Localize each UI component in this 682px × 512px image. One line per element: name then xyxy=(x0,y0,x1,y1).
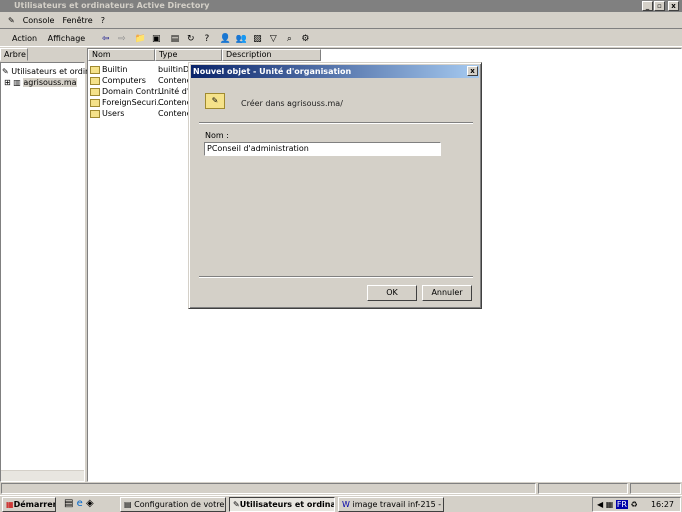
column-description[interactable]: Description xyxy=(222,49,321,61)
new-group-icon[interactable]: 👥 xyxy=(235,33,247,45)
status-panel xyxy=(538,483,628,494)
desktop-icon[interactable]: ▤ xyxy=(64,498,73,509)
item-name: Builtin xyxy=(102,65,128,74)
tree-root[interactable]: ✎ Utilisateurs et ordinat xyxy=(2,66,98,77)
tree-domain[interactable]: ⊞ ▥ agrisouss.ma xyxy=(4,77,77,88)
ok-button[interactable]: OK xyxy=(367,285,417,301)
quick-launch: ▤ e ◈ xyxy=(64,498,94,509)
help-icon[interactable]: ? xyxy=(201,33,213,45)
list-item[interactable]: Domain Contr... xyxy=(90,86,164,97)
list-item[interactable]: Builtin xyxy=(90,64,127,75)
start-button[interactable]: ▦Démarrer xyxy=(2,497,56,512)
window-title: Utilisateurs et ordinateurs Active Direc… xyxy=(14,1,210,10)
folder-icon xyxy=(90,109,100,118)
menu-fenetre[interactable]: Fenêtre xyxy=(62,16,92,25)
tree-root-label: Utilisateurs et ordinat xyxy=(11,67,99,76)
list-item[interactable]: Computers xyxy=(90,75,146,86)
task-word[interactable]: W image travail inf-215 - Mic... xyxy=(338,497,444,512)
tree-hscrollbar[interactable] xyxy=(1,470,84,481)
dialog-title: Nouvel objet - Unité d'organisation xyxy=(193,67,352,76)
status-bar xyxy=(0,483,682,495)
word-icon: W xyxy=(342,500,350,509)
network-icon[interactable]: ▦ xyxy=(606,500,614,509)
show-tree-icon[interactable]: ▣ xyxy=(150,33,162,45)
dialog-close-button[interactable]: x xyxy=(467,66,478,76)
menu-help[interactable]: ? xyxy=(101,16,105,25)
separator xyxy=(199,276,473,278)
start-label: Démarrer xyxy=(13,500,56,509)
task-label: image travail inf-215 - Mic... xyxy=(352,500,443,509)
menu-bar: ✎ Console Fenêtre? xyxy=(0,13,682,29)
task-active-directory[interactable]: ✎Utilisateurs et ordinat... xyxy=(229,497,335,512)
item-name: Computers xyxy=(102,76,146,85)
item-type: Conteneu xyxy=(158,76,188,85)
task-configuration[interactable]: ▤ Configuration de votre se... xyxy=(120,497,226,512)
cancel-button[interactable]: Annuler xyxy=(422,285,472,301)
windows-logo-icon: ▦ xyxy=(6,500,14,509)
separator xyxy=(199,122,473,124)
tab-arbre[interactable]: Arbre xyxy=(0,48,28,61)
ie-icon[interactable]: e xyxy=(77,498,83,509)
item-name: Users xyxy=(102,109,125,118)
forward-icon[interactable]: ⇨ xyxy=(116,33,128,45)
menu-action[interactable]: Action xyxy=(12,34,37,43)
refresh-icon[interactable]: ↻ xyxy=(185,33,197,45)
task-label: Utilisateurs et ordinat... xyxy=(239,500,334,509)
menu-affichage[interactable]: Affichage xyxy=(48,34,86,43)
create-in-value: agrisouss.ma/ xyxy=(287,99,343,108)
explorer-icon[interactable]: ◈ xyxy=(86,498,94,509)
new-ou-icon[interactable]: ▧ xyxy=(251,33,263,45)
item-type: Unité d'or xyxy=(158,87,188,96)
item-name: Domain Contr... xyxy=(102,87,165,96)
ou-icon xyxy=(90,87,100,96)
status-panel xyxy=(630,483,681,494)
dialog-title-bar: Nouvel objet - Unité d'organisation x xyxy=(191,65,479,78)
console-icon: ✎ xyxy=(8,16,15,25)
taskbar-edge xyxy=(0,495,682,496)
window-title-bar: Utilisateurs et ordinateurs Active Direc… xyxy=(0,0,682,12)
language-indicator[interactable]: FR xyxy=(615,500,628,509)
ou-folder-icon: ✎ xyxy=(205,93,225,109)
minimize-button[interactable]: _ xyxy=(642,1,653,11)
name-input[interactable]: PConseil d'administration xyxy=(204,142,441,156)
find-icon[interactable]: ⌕ xyxy=(283,33,295,45)
folder-icon xyxy=(90,98,100,107)
properties-icon[interactable]: ▤ xyxy=(169,33,181,45)
new-ou-dialog: Nouvel objet - Unité d'organisation x ✎ … xyxy=(188,62,482,309)
task-label: Configuration de votre se... xyxy=(134,500,225,509)
maximize-button[interactable]: ▫ xyxy=(654,1,665,11)
list-item[interactable]: ForeignSecuri... xyxy=(90,97,164,108)
up-folder-icon[interactable]: 📁 xyxy=(134,33,146,45)
folder-icon xyxy=(90,76,100,85)
list-item[interactable]: Users xyxy=(90,108,124,119)
column-nom[interactable]: Nom xyxy=(88,49,155,61)
system-tray: ◀ ▦ FR ♻ 16:27 xyxy=(592,497,681,512)
item-type: Conteneu xyxy=(158,98,188,107)
clock: 16:27 xyxy=(650,500,674,509)
volume-icon[interactable]: ◀ xyxy=(597,500,603,509)
filter-icon[interactable]: ▽ xyxy=(267,33,279,45)
item-type: Conteneu xyxy=(158,109,188,118)
back-icon[interactable]: ⇦ xyxy=(100,33,112,45)
status-panel xyxy=(1,483,536,494)
add-to-group-icon[interactable]: ⚙ xyxy=(299,33,311,45)
close-button[interactable]: x xyxy=(668,1,679,11)
menu-console[interactable]: Console xyxy=(23,16,55,25)
folder-icon xyxy=(90,65,100,74)
item-type: builtinDor xyxy=(158,65,188,74)
tree-pane: ✎ Utilisateurs et ordinat ⊞ ▥ agrisouss.… xyxy=(0,62,98,482)
new-user-icon[interactable]: 👤 xyxy=(219,33,231,45)
create-in-label: Créer dans : xyxy=(241,99,290,108)
tray-icon[interactable]: ♻ xyxy=(631,500,638,509)
item-name: ForeignSecuri... xyxy=(102,98,165,107)
tree-domain-label: agrisouss.ma xyxy=(23,78,77,87)
name-label: Nom : xyxy=(205,131,229,140)
toolbar: Action Affichage ⇦ ⇨ 📁 ▣ ▤ ↻? 👤 👥 ▧ ▽ ⌕ ⚙ xyxy=(0,30,682,47)
column-type[interactable]: Type xyxy=(155,49,222,61)
